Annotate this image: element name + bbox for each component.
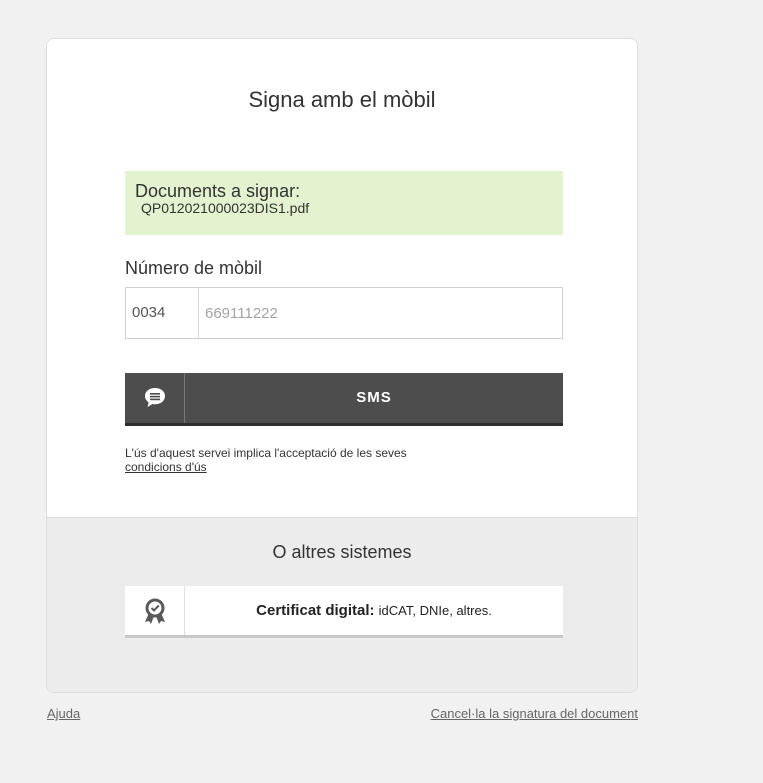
terms-of-use-link[interactable]: condicions d'ús (125, 460, 207, 474)
sms-button-label: SMS (356, 389, 392, 406)
terms-notice: L'ús d'aquest servei implica l'acceptaci… (125, 446, 545, 474)
mobile-number-label: Número de mòbil (125, 258, 263, 278)
document-file-name: QP012021000023DIS1.pdf (141, 200, 310, 216)
digital-certificate-button[interactable]: Certificat digital: idCAT, DNIe, altres. (125, 586, 563, 638)
page-title: Signa amb el mòbil (248, 87, 436, 112)
mobile-number-input[interactable] (199, 288, 562, 338)
sms-button[interactable]: SMS (125, 373, 563, 426)
documents-box: Documents a signar: QP012021000023DIS1.p… (125, 171, 563, 235)
documents-label: Documents a signar: (135, 181, 301, 201)
certificate-icon-cell (125, 586, 185, 635)
mobile-number-field: 0034 (125, 287, 563, 339)
terms-text: L'ús d'aquest servei implica l'acceptaci… (125, 446, 407, 460)
digital-certificate-label: Certificat digital: idCAT, DNIe, altres. (185, 586, 563, 635)
certificate-options-label: idCAT, DNIe, altres. (378, 603, 492, 618)
chat-bubble-icon (144, 388, 165, 407)
other-systems-title: O altres sistemes (272, 542, 412, 562)
other-systems-section: O altres sistemes Certificat digital: id… (47, 517, 637, 692)
help-link[interactable]: Ajuda (47, 706, 80, 721)
certificate-bold-label: Certificat digital: (256, 602, 375, 619)
cancel-signature-link[interactable]: Cancel·la la signatura del document (431, 706, 638, 721)
country-prefix[interactable]: 0034 (126, 288, 199, 338)
signature-card: Signa amb el mòbil Documents a signar: Q… (46, 38, 638, 693)
certificate-badge-icon (144, 598, 165, 624)
sms-icon-cell (125, 373, 185, 423)
